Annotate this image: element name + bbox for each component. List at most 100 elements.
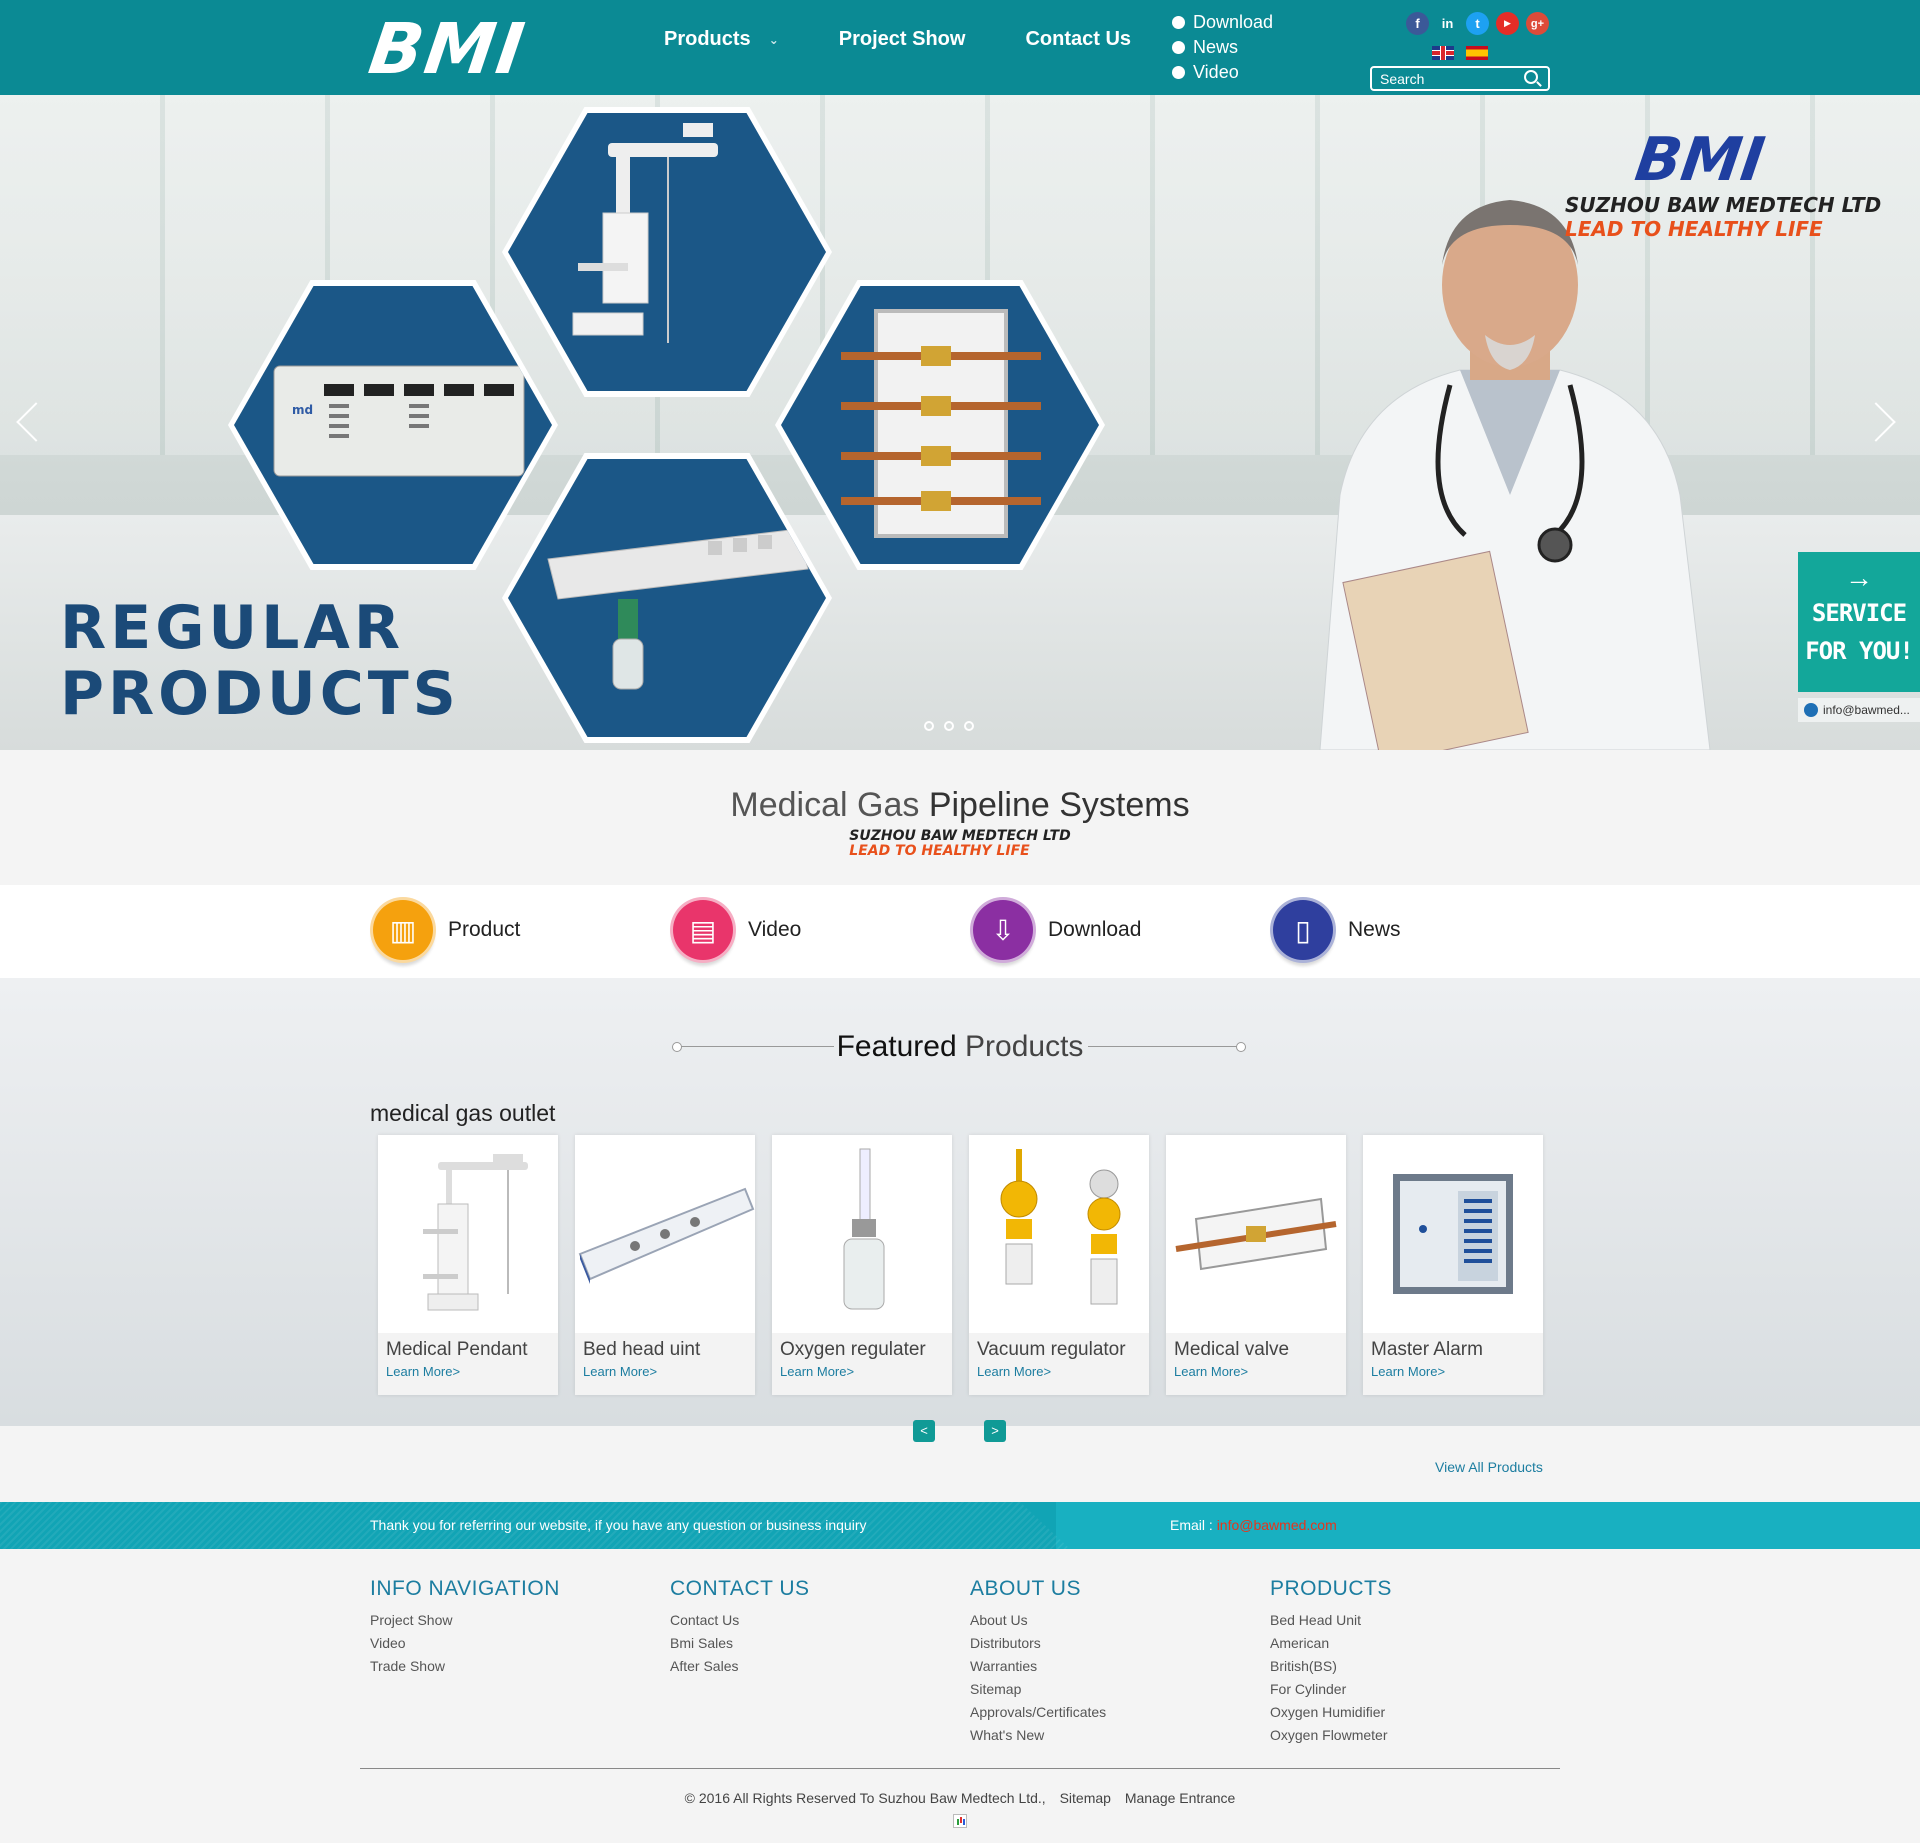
hero-banner: md REGULAR PRODUCTS BMI SUZHOU BAW MEDTE… — [0, 95, 1920, 750]
footer-column-title: PRODUCTS — [1270, 1577, 1392, 1600]
learn-more-link[interactable]: Learn More> — [977, 1364, 1141, 1379]
footer-link[interactable]: What's New — [970, 1724, 1106, 1747]
product-name: Oxygen regulater — [780, 1339, 926, 1360]
intro-section: Medical Gas Pipeline Systems SUZHOU BAW … — [0, 750, 1920, 885]
footer-link[interactable]: After Sales — [670, 1655, 810, 1678]
product-card[interactable]: Medical Pendant Learn More> — [378, 1135, 558, 1395]
quick-link-label: Product — [448, 918, 521, 941]
quick-link-news[interactable]: ▯ News — [1270, 897, 1401, 963]
learn-more-link[interactable]: Learn More> — [1371, 1364, 1535, 1379]
bullet-icon — [1172, 41, 1185, 54]
product-card[interactable]: Master Alarm Learn More> — [1363, 1135, 1543, 1395]
inquiry-bar: Thank you for referring our website, if … — [0, 1502, 1920, 1549]
hero-title-line1: REGULAR — [60, 593, 405, 663]
product-name: Medical valve — [1174, 1339, 1290, 1360]
search-input[interactable] — [1380, 70, 1510, 87]
nav-products[interactable]: Products ⌄ — [664, 28, 779, 51]
footer-link[interactable]: Sitemap — [970, 1678, 1106, 1701]
search-icon[interactable] — [1524, 70, 1538, 84]
bmi-logo[interactable]: BMI — [364, 8, 531, 90]
product-image — [1166, 1135, 1346, 1333]
quick-link-label: Download — [1048, 918, 1142, 941]
footer-link[interactable]: Video — [370, 1632, 560, 1655]
doctor-image — [1319, 200, 1711, 750]
svg-text:md: md — [292, 403, 313, 417]
inquiry-email-link[interactable]: info@bawmed.com — [1217, 1517, 1337, 1533]
footer-column-title: INFO NAVIGATION — [370, 1577, 560, 1600]
quick-link-download[interactable]: ⇩ Download — [970, 897, 1141, 963]
carousel-next-button[interactable]: > — [984, 1420, 1006, 1442]
title-divider-right — [1088, 1042, 1246, 1052]
service-email[interactable]: info@bawmed... — [1798, 698, 1920, 722]
oxygen-regulator-thumb — [843, 1148, 885, 1310]
hero-brand-logo: BMI — [1631, 125, 1769, 195]
subnav-download-label: Download — [1193, 12, 1274, 32]
twitter-icon[interactable]: t — [1466, 12, 1489, 35]
product-name: Bed head uint — [583, 1339, 701, 1360]
inquiry-email: Email : info@bawmed.com — [1170, 1517, 1337, 1533]
footer-divider — [360, 1768, 1560, 1769]
nav-project-show[interactable]: Project Show — [839, 28, 966, 51]
footer-sitemap-link[interactable]: Sitemap — [1060, 1790, 1111, 1806]
carousel-dot[interactable] — [964, 721, 974, 731]
learn-more-link[interactable]: Learn More> — [1174, 1364, 1338, 1379]
facebook-icon[interactable]: f — [1406, 12, 1429, 35]
intro-tagline-company: SUZHOU BAW MEDTECH LTD — [849, 828, 1071, 844]
footer-link[interactable]: American — [1270, 1632, 1392, 1655]
subnav-video[interactable]: Video — [1172, 60, 1273, 85]
hero-tagline-slogan: LEAD TO HEALTHY LIFE — [1565, 217, 1823, 241]
footer-link[interactable]: Distributors — [970, 1632, 1106, 1655]
googleplus-icon[interactable]: g+ — [1526, 12, 1549, 35]
footer-column-about-us: ABOUT US About Us Distributors Warrantie… — [970, 1577, 1106, 1747]
subnav-download[interactable]: Download — [1172, 10, 1273, 35]
footer-link[interactable]: Oxygen Humidifier — [1270, 1701, 1392, 1724]
envelope-icon — [1804, 703, 1818, 717]
service-label-2: FOR YOU! — [1805, 637, 1914, 665]
footer-link[interactable]: Bmi Sales — [670, 1632, 810, 1655]
site-footer: INFO NAVIGATION Project Show Video Trade… — [0, 1549, 1920, 1843]
product-name: Master Alarm — [1371, 1339, 1483, 1360]
learn-more-link[interactable]: Learn More> — [386, 1364, 550, 1379]
product-card[interactable]: Bed head uint Learn More> — [575, 1135, 755, 1395]
footer-link[interactable]: British(BS) — [1270, 1655, 1392, 1678]
quick-link-video[interactable]: ▤ Video — [670, 897, 801, 963]
footer-link[interactable]: Oxygen Flowmeter — [1270, 1724, 1392, 1747]
youtube-icon[interactable]: ▶ — [1496, 12, 1519, 35]
footer-column-products: PRODUCTS Bed Head Unit American British(… — [1270, 1577, 1392, 1747]
nav-products-label: Products — [664, 28, 751, 50]
linkedin-icon[interactable]: in — [1436, 12, 1459, 35]
product-image — [378, 1135, 558, 1333]
product-image — [772, 1135, 952, 1333]
product-card[interactable]: Vacuum regulator Learn More> — [969, 1135, 1149, 1395]
uk-flag-icon[interactable] — [1432, 46, 1454, 60]
footer-link[interactable]: Project Show — [370, 1609, 560, 1632]
service-label-1: SERVICE — [1811, 599, 1907, 627]
footer-link[interactable]: Trade Show — [370, 1655, 560, 1678]
learn-more-link[interactable]: Learn More> — [583, 1364, 747, 1379]
product-card[interactable]: Oxygen regulater Learn More> — [772, 1135, 952, 1395]
carousel-prev-button[interactable]: < — [913, 1420, 935, 1442]
nav-contact-us[interactable]: Contact Us — [1025, 28, 1131, 51]
carousel-dot[interactable] — [944, 721, 954, 731]
featured-title-light: Products — [965, 1030, 1084, 1063]
subnav-news[interactable]: News — [1172, 35, 1273, 60]
stats-counter-icon[interactable] — [953, 1814, 967, 1828]
footer-link[interactable]: Contact Us — [670, 1609, 810, 1632]
footer-link[interactable]: Warranties — [970, 1655, 1106, 1678]
copyright-text: © 2016 All Rights Reserved To Suzhou Baw… — [684, 1790, 1046, 1806]
intro-tagline-slogan: LEAD TO HEALTHY LIFE — [849, 843, 1030, 859]
footer-column-title: ABOUT US — [970, 1577, 1081, 1600]
footer-link[interactable]: About Us — [970, 1609, 1106, 1632]
footer-manage-link[interactable]: Manage Entrance — [1125, 1790, 1236, 1806]
footer-link[interactable]: For Cylinder — [1270, 1678, 1392, 1701]
learn-more-link[interactable]: Learn More> — [780, 1364, 944, 1379]
service-widget[interactable]: → SERVICE FOR YOU! — [1798, 552, 1920, 692]
carousel-dot[interactable] — [924, 721, 934, 731]
spain-flag-icon[interactable] — [1466, 46, 1488, 60]
footer-link[interactable]: Bed Head Unit — [1270, 1609, 1392, 1632]
footer-link[interactable]: Approvals/Certificates — [970, 1701, 1106, 1724]
top-header: BMI Products ⌄ Project Show Contact Us D… — [0, 0, 1920, 95]
product-card[interactable]: Medical valve Learn More> — [1166, 1135, 1346, 1395]
view-all-products-link[interactable]: View All Products — [1435, 1459, 1543, 1475]
quick-link-product[interactable]: ▥ Product — [370, 897, 520, 963]
